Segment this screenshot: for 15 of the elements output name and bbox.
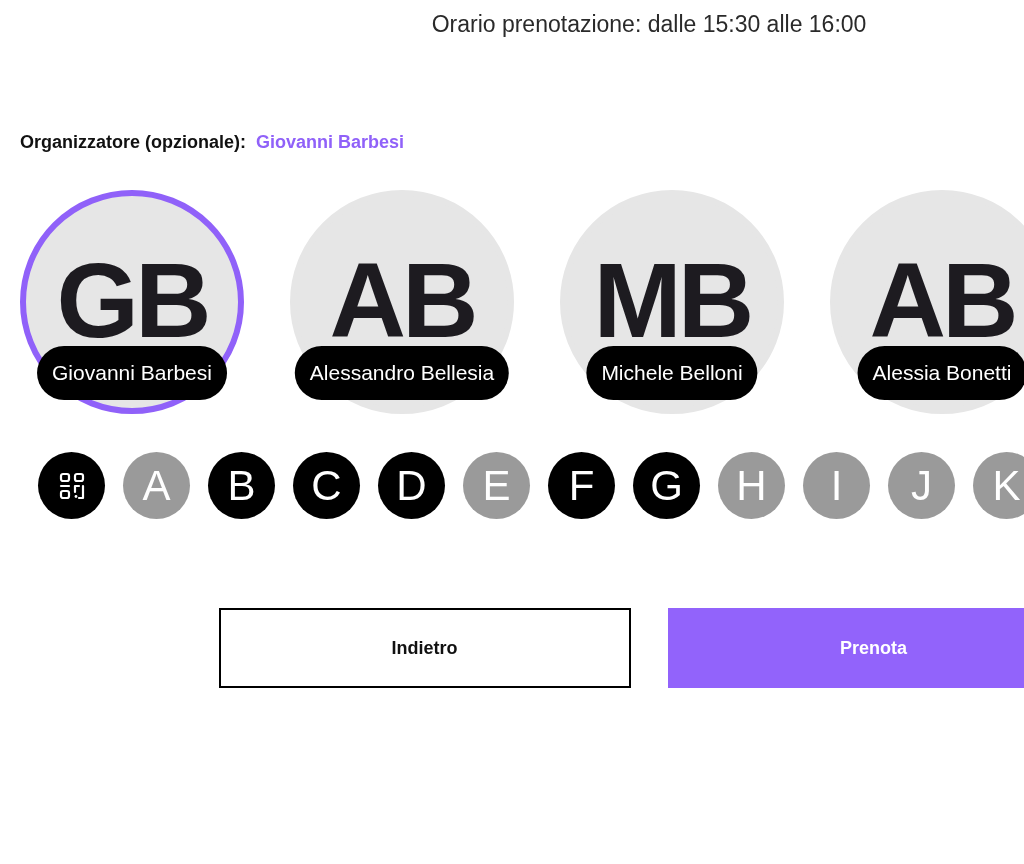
qr-code-icon (58, 471, 85, 500)
booking-time-text: Orario prenotazione: dalle 15:30 alle 16:00 (431, 10, 867, 38)
letter-filter-button[interactable]: G (633, 452, 700, 519)
letter-filter-button[interactable]: D (378, 452, 445, 519)
organizer-name: Giovanni Barbesi (256, 131, 405, 153)
letter-filter-button[interactable]: C (293, 452, 360, 519)
letter-filter-button[interactable]: F (548, 452, 615, 519)
letter-filter-button[interactable]: B (208, 452, 275, 519)
person-name-tag: Michele Belloni (586, 346, 758, 400)
back-button[interactable]: Indietro (218, 608, 631, 688)
book-button[interactable]: Prenota (667, 608, 1024, 688)
person-name-tag: Giovanni Barbesi (37, 346, 227, 400)
organizer-label: Organizzatore (opzionale): (20, 131, 246, 153)
person-name-tag: Alessandro Bellesia (294, 346, 510, 400)
person-name-tag: Alessia Bonetti (857, 346, 1024, 400)
